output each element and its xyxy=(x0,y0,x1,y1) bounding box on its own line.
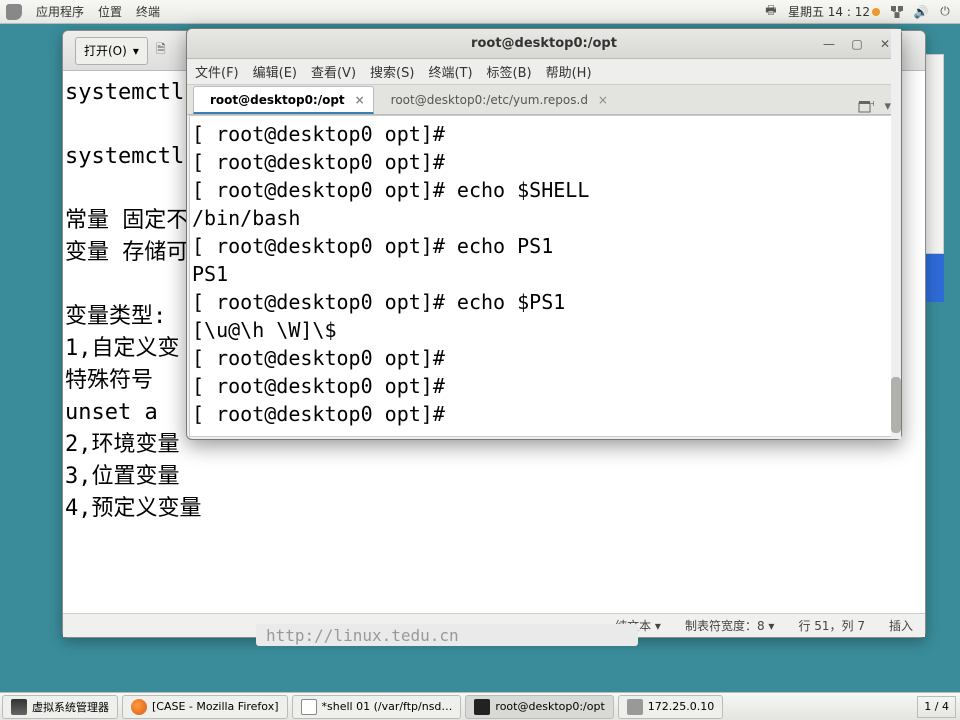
generic-icon xyxy=(627,699,643,715)
top-panel: 应用程序 位置 终端 🖶 星期五 14 : 12 🔊 ⏻ xyxy=(0,0,960,24)
menu-terminal[interactable]: 终端 xyxy=(136,3,160,20)
vm-icon xyxy=(11,699,27,715)
tab-label: root@desktop0:/etc/yum.repos.d xyxy=(391,93,588,107)
status-position: 行 51，列 7 xyxy=(798,617,865,634)
firefox-icon xyxy=(131,699,147,715)
scrollbar-thumb[interactable] xyxy=(891,377,901,433)
new-doc-icon[interactable]: 🗎 xyxy=(154,44,168,58)
terminal-tab-1[interactable]: root@desktop0:/opt × xyxy=(193,86,374,114)
menu-view[interactable]: 查看(V) xyxy=(311,62,356,81)
menu-terminal[interactable]: 终端(T) xyxy=(428,62,472,81)
chevron-down-icon: ▾ xyxy=(133,44,139,58)
terminal-tabbar: root@desktop0:/opt × root@desktop0:/etc/… xyxy=(187,85,901,115)
volume-icon[interactable]: 🔊 xyxy=(914,5,928,19)
menu-search[interactable]: 搜索(S) xyxy=(370,62,414,81)
minimize-button[interactable]: — xyxy=(819,36,839,52)
open-button-label: 打开(O) xyxy=(84,42,127,59)
task-remote[interactable]: 172.25.0.10 xyxy=(618,695,723,719)
terminal-icon xyxy=(474,699,490,715)
terminal-menubar: 文件(F) 编辑(E) 查看(V) 搜索(S) 终端(T) 标签(B) 帮助(H… xyxy=(187,59,901,85)
task-label: *shell 01 (/var/ftp/nsd… xyxy=(322,700,453,713)
bottom-panel: 虚拟系统管理器 [CASE - Mozilla Firefox] *shell … xyxy=(0,692,960,720)
terminal-titlebar[interactable]: root@desktop0:/opt — ▢ ✕ xyxy=(187,29,901,59)
network-icon[interactable] xyxy=(890,5,904,19)
task-vm-manager[interactable]: 虚拟系统管理器 xyxy=(2,695,118,719)
gedit-icon xyxy=(301,699,317,715)
status-tabwidth[interactable]: 制表符宽度：8 ▾ xyxy=(685,617,774,634)
task-firefox[interactable]: [CASE - Mozilla Firefox] xyxy=(122,695,288,719)
terminal-output[interactable]: [ root@desktop0 opt]# [ root@desktop0 op… xyxy=(189,115,899,437)
terminal-window: root@desktop0:/opt — ▢ ✕ 文件(F) 编辑(E) 查看(… xyxy=(186,28,902,440)
menu-help[interactable]: 帮助(H) xyxy=(546,62,592,81)
tab-label: root@desktop0:/opt xyxy=(210,93,345,107)
menu-applications[interactable]: 应用程序 xyxy=(36,3,84,20)
new-tab-icon[interactable]: + xyxy=(858,100,874,114)
status-insert: 插入 xyxy=(889,617,913,634)
open-button[interactable]: 打开(O) ▾ xyxy=(75,37,148,65)
clock[interactable]: 星期五 14 : 12 xyxy=(788,3,880,20)
menu-edit[interactable]: 编辑(E) xyxy=(253,62,297,81)
tab-close-icon[interactable]: × xyxy=(598,93,608,107)
tab-close-icon[interactable]: × xyxy=(355,93,365,107)
task-gedit[interactable]: *shell 01 (/var/ftp/nsd… xyxy=(292,695,462,719)
task-label: 虚拟系统管理器 xyxy=(32,699,109,715)
task-label: [CASE - Mozilla Firefox] xyxy=(152,700,279,713)
terminal-title: root@desktop0:/opt xyxy=(187,36,901,51)
task-terminal[interactable]: root@desktop0:/opt xyxy=(465,695,613,719)
workspace-pager[interactable]: 1 / 4 xyxy=(917,696,956,718)
printer-icon[interactable]: 🖶 xyxy=(764,5,778,19)
terminal-tab-2[interactable]: root@desktop0:/etc/yum.repos.d × xyxy=(374,86,617,114)
svg-text:+: + xyxy=(870,100,874,108)
maximize-button[interactable]: ▢ xyxy=(847,36,867,52)
task-label: root@desktop0:/opt xyxy=(495,700,604,713)
background-urlbar: http://linux.tedu.cn xyxy=(256,624,638,646)
gnome-logo-icon xyxy=(6,4,22,20)
power-icon[interactable]: ⏻ xyxy=(938,5,952,19)
terminal-scrollbar[interactable] xyxy=(891,29,901,439)
menu-tabs[interactable]: 标签(B) xyxy=(487,62,532,81)
menu-places[interactable]: 位置 xyxy=(98,3,122,20)
menu-file[interactable]: 文件(F) xyxy=(195,62,239,81)
task-label: 172.25.0.10 xyxy=(648,700,714,713)
